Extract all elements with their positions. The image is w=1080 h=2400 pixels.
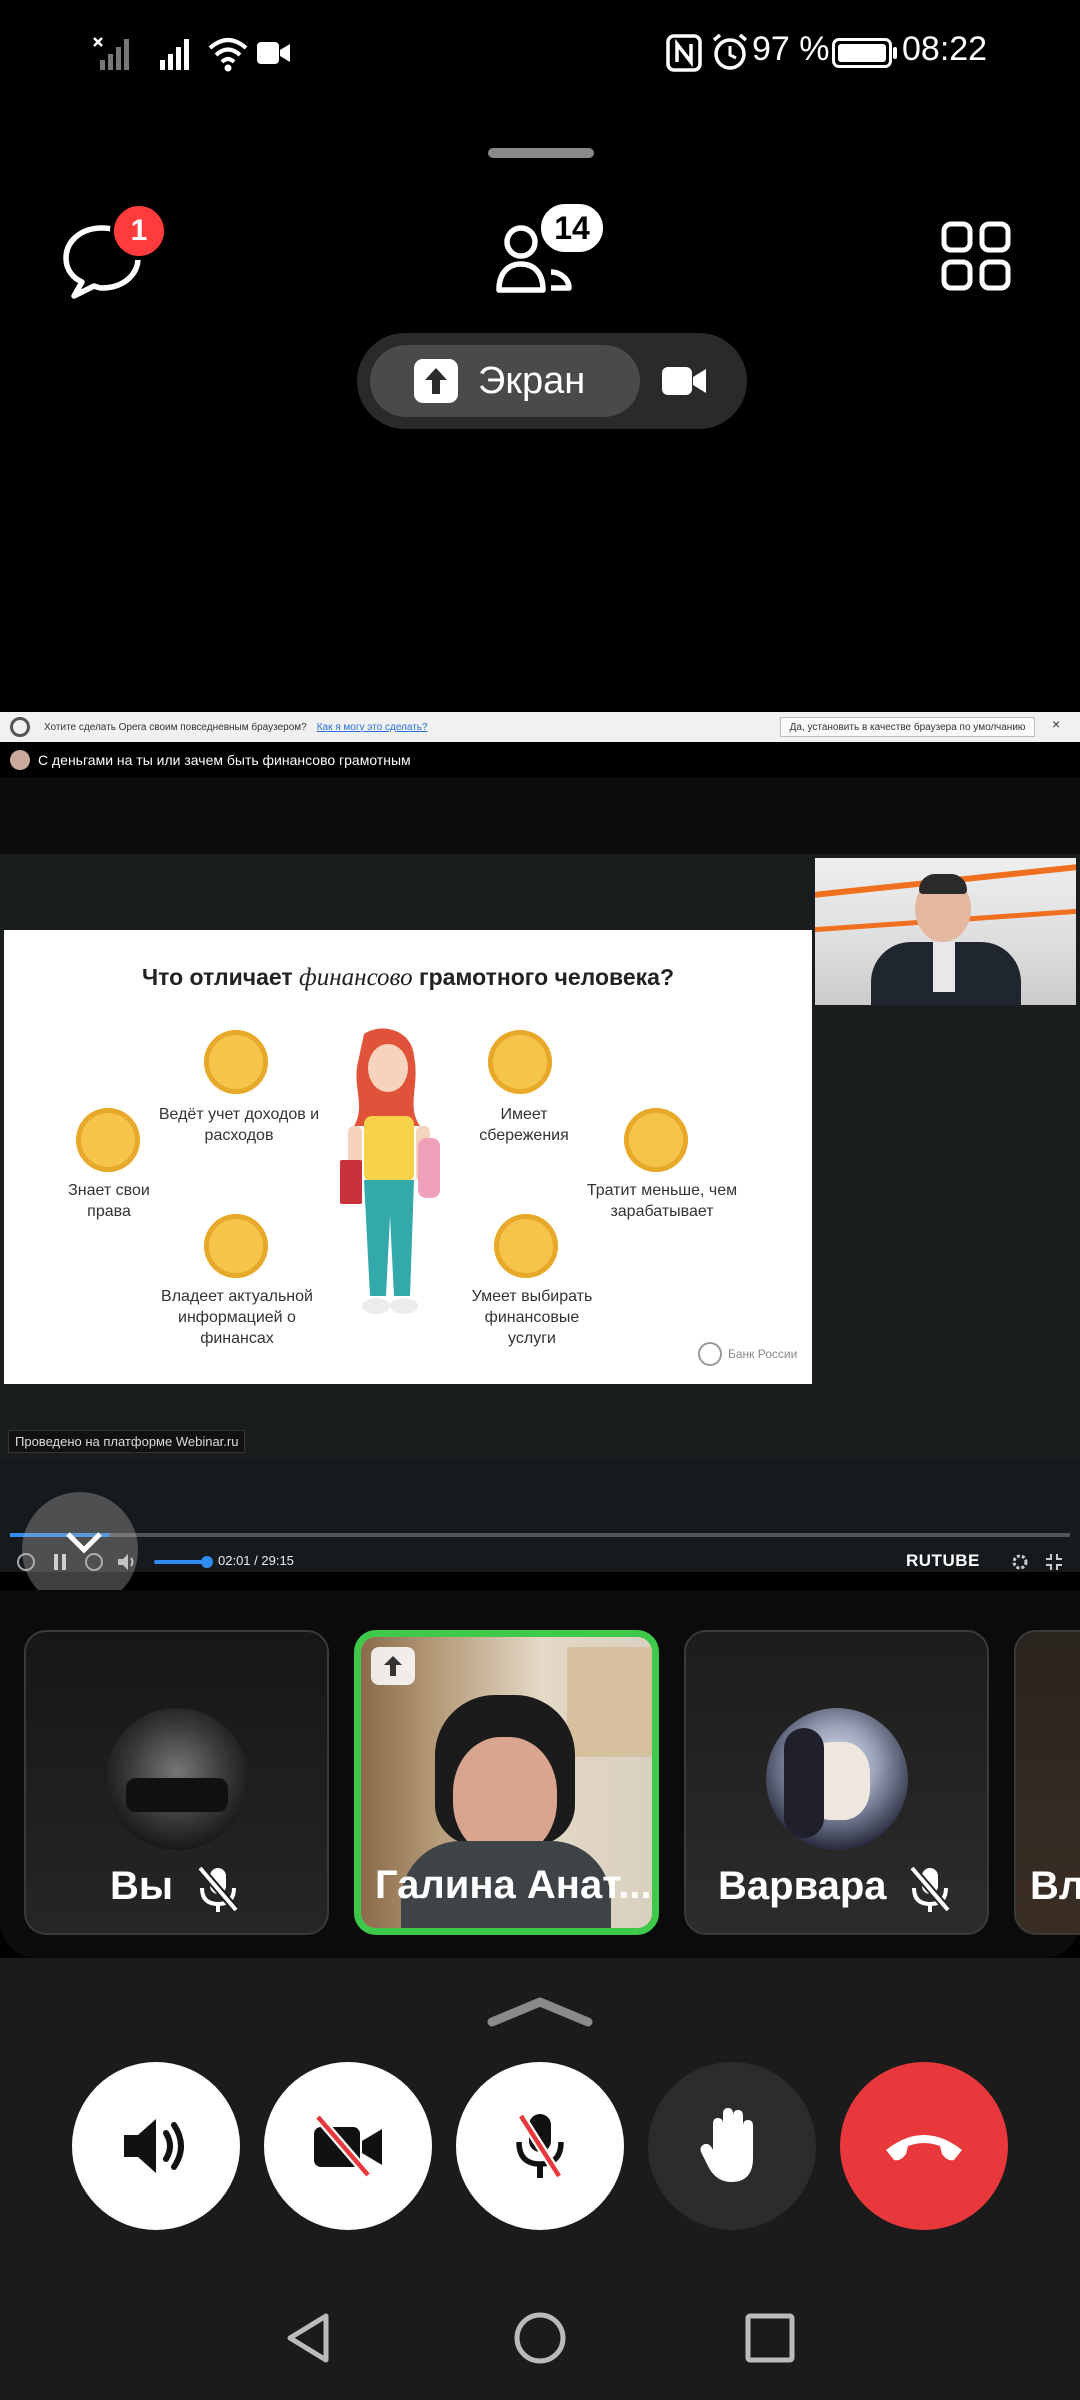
participant-tile-varvara[interactable]: Варвара [684, 1630, 989, 1935]
item-spend-less: Тратит меньше, чем зарабатывает [586, 1182, 738, 1220]
opera-link[interactable]: Как я могу это сделать? [317, 722, 428, 733]
chat-button[interactable]: 1 [60, 202, 170, 310]
item-rights: Знает свои права [68, 1182, 150, 1220]
drag-handle[interactable] [488, 148, 594, 158]
grid-icon [941, 221, 1011, 291]
channel-avatar [10, 750, 30, 770]
bank-of-russia-logo: Банк России [698, 1342, 797, 1366]
avatar [106, 1708, 248, 1850]
participant-tile-self[interactable]: Вы [24, 1630, 329, 1935]
battery-tip [893, 47, 897, 59]
upload-arrow-icon [384, 1656, 402, 1676]
hang-up-icon [886, 2135, 962, 2161]
piggy-bank-icon [488, 1030, 552, 1094]
settings-gear-icon[interactable] [1010, 1552, 1030, 1572]
home-nav-icon[interactable] [512, 2310, 568, 2366]
battery-percent: 97 % [752, 30, 830, 68]
gavel-icon [76, 1108, 140, 1172]
participants-button[interactable]: 14 [495, 200, 615, 300]
speaker-webcam [815, 858, 1076, 1005]
rutube-logo: RUTUBE [906, 1551, 980, 1570]
newspaper-icon [204, 1214, 268, 1278]
layout-grid-button[interactable] [940, 220, 1012, 292]
slide-title-emphasis: финансово [299, 964, 413, 991]
coins-icon [624, 1108, 688, 1172]
volume-slider[interactable] [154, 1556, 213, 1568]
participant-name: Варвара [718, 1864, 887, 1908]
participant-name: Галина Анат... [375, 1863, 652, 1907]
mic-muted-icon [908, 1865, 952, 1913]
slide-title-part2: грамотного человека? [412, 964, 674, 990]
item-information: Владеет актуальной информацией о финанса… [161, 1288, 313, 1347]
avatar [766, 1708, 908, 1850]
thumbs-up-icon [494, 1214, 558, 1278]
mic-toggle-button[interactable] [456, 2062, 624, 2230]
seek-bar[interactable] [10, 1533, 1070, 1537]
participant-tile-speaking[interactable]: Галина Анат... [354, 1630, 659, 1935]
status-bar: 97 % 08:22 [0, 0, 1080, 100]
hand-icon [700, 2108, 753, 2182]
wifi-icon [208, 38, 248, 72]
eagle-emblem-icon [698, 1342, 722, 1366]
participant-tile-partial[interactable]: Вл [1014, 1630, 1080, 1935]
signal-icon [160, 39, 189, 70]
slide-title: Что отличает финансово грамотного челове… [4, 964, 812, 992]
fullscreen-exit-icon[interactable] [1044, 1552, 1064, 1572]
opera-logo-icon [10, 717, 30, 737]
notebook-icon [204, 1030, 268, 1094]
playback-time: 02:01 / 29:15 [218, 1553, 294, 1568]
back-nav-icon[interactable] [282, 2310, 334, 2366]
camera-off-icon [314, 2114, 382, 2178]
mic-muted-icon [196, 1865, 240, 1913]
bank-logo-text: Банк России [728, 1347, 798, 1361]
participant-name: Вы [110, 1864, 174, 1908]
screen-share-indicator [371, 1647, 415, 1685]
screen-tab-label: Экран [478, 359, 586, 402]
nfc-icon [666, 34, 702, 72]
battery-icon [832, 38, 892, 68]
screen-tab[interactable]: Экран [370, 345, 640, 417]
hang-up-button[interactable] [840, 2062, 1008, 2230]
video-title: С деньгами на ты или зачем быть финансов… [38, 752, 411, 768]
participants-badge: 14 [537, 200, 607, 256]
item-accounting: Ведёт учет доходов и расходов [158, 1106, 320, 1144]
platform-tag: Проведено на платформе Webinar.ru [8, 1430, 246, 1453]
item-savings: Имеет сбережения [479, 1106, 569, 1144]
opera-prompt: Хотите сделать Opera своим повседневным … [44, 721, 307, 733]
slide-title-part1: Что отличает [141, 964, 300, 990]
screen-share-icon [414, 359, 458, 403]
speaker-button[interactable] [72, 2062, 240, 2230]
girl-illustration [340, 1028, 440, 1314]
participant-name: Вл [1030, 1864, 1080, 1908]
mic-off-icon [516, 2113, 564, 2179]
player-controls: 02:01 / 29:15 RUTUBE [0, 1460, 1080, 1572]
expand-chevron-icon[interactable] [486, 1996, 594, 2028]
recents-nav-icon[interactable] [744, 2310, 796, 2366]
camera-icon [662, 367, 706, 395]
opera-close-icon[interactable]: × [1052, 716, 1060, 732]
opera-banner: Хотите сделать Opera своим повседневным … [0, 712, 1080, 742]
item-services: Умеет выбирать финансовые услуги [471, 1288, 593, 1347]
opera-default-button[interactable]: Да, установить в качестве браузера по ум… [780, 717, 1035, 737]
raise-hand-button[interactable] [648, 2062, 816, 2230]
speaker-icon [124, 2119, 184, 2173]
chat-badge: 1 [110, 202, 168, 260]
camera-toggle-button[interactable] [264, 2062, 432, 2230]
clock: 08:22 [902, 30, 988, 68]
video-status-icon [257, 42, 290, 64]
alarm-icon [712, 33, 748, 70]
no-sim-signal-icon [93, 37, 129, 70]
camera-tab[interactable] [660, 355, 720, 407]
video-title-bar: С деньгами на ты или зачем быть финансов… [0, 742, 1080, 778]
presentation-slide: Что отличает финансово грамотного челове… [4, 930, 812, 1384]
